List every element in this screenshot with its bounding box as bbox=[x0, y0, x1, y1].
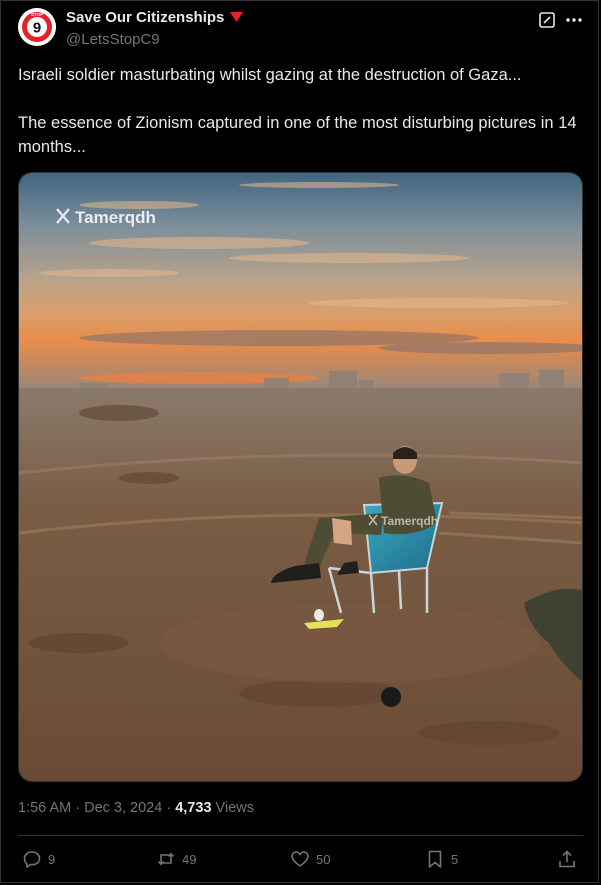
tweet-photo[interactable]: Tamerqdh Tamerqdh bbox=[18, 172, 583, 782]
like-icon bbox=[291, 851, 309, 867]
tweet-text: Israeli soldier masturbating whilst gazi… bbox=[18, 63, 578, 159]
avatar[interactable]: 9 STOP bbox=[18, 8, 56, 46]
share-button[interactable] bbox=[557, 848, 577, 870]
avatar-number: 9 bbox=[33, 20, 41, 37]
watermark-text-small: Tamerqdh bbox=[381, 514, 438, 528]
reply-button[interactable]: 9 bbox=[22, 848, 55, 870]
photo-scene: Tamerqdh Tamerqdh bbox=[19, 173, 582, 781]
bookmark-icon bbox=[428, 850, 442, 868]
views-count: 4,733 bbox=[175, 800, 212, 816]
meta-separator: · bbox=[75, 800, 81, 816]
tweet-time[interactable]: 1:56 AM bbox=[18, 800, 71, 816]
tweet-date[interactable]: Dec 3, 2024 bbox=[84, 800, 162, 816]
share-icon bbox=[559, 850, 575, 868]
more-icon[interactable] bbox=[564, 10, 584, 30]
repost-button[interactable]: 49 bbox=[156, 848, 196, 870]
like-button[interactable]: 50 bbox=[290, 848, 330, 870]
author-handle[interactable]: @LetsStopC9 bbox=[66, 31, 160, 48]
watermark-text: Tamerqdh bbox=[75, 208, 156, 227]
grok-icon[interactable] bbox=[537, 10, 557, 30]
red-triangle-icon bbox=[230, 12, 244, 22]
author-name-row: Save Our Citizenships bbox=[66, 9, 244, 26]
tweet-paragraph-2: The essence of Zionism captured in one o… bbox=[18, 114, 577, 156]
avatar-ring-text: STOP bbox=[31, 12, 43, 17]
display-name[interactable]: Save Our Citizenships bbox=[66, 9, 224, 26]
bookmark-button[interactable]: 5 bbox=[425, 848, 458, 870]
tweet-meta: 1:56 AM · Dec 3, 2024 · 4,733 Views bbox=[18, 800, 254, 816]
reply-icon bbox=[23, 851, 41, 868]
reply-count: 9 bbox=[48, 851, 56, 867]
repost-count: 49 bbox=[182, 851, 197, 867]
bookmark-count: 5 bbox=[451, 851, 459, 867]
divider bbox=[18, 835, 583, 836]
like-count: 50 bbox=[316, 851, 331, 867]
avatar-logo-icon: 9 STOP bbox=[18, 8, 56, 46]
tweet-paragraph-1: Israeli soldier masturbating whilst gazi… bbox=[18, 66, 522, 84]
views-label: Views bbox=[215, 800, 254, 816]
repost-icon bbox=[157, 852, 175, 866]
meta-separator: · bbox=[166, 800, 172, 816]
